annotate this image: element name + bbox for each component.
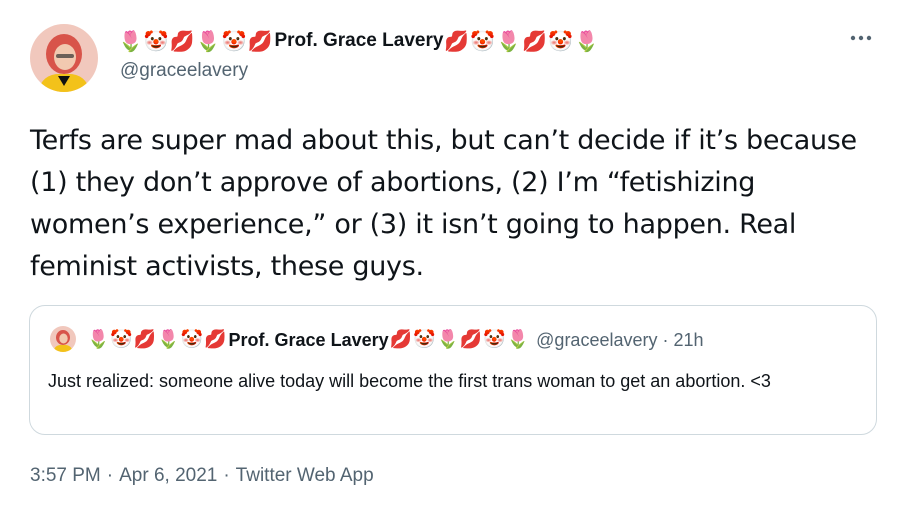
more-dots-icon[interactable] [848,30,874,46]
tulip-emoji: 🌷 [195,29,221,53]
tweet-card: 🌷 🤡 💋 🌷 🤡 💋 Prof. Grace Lavery 💋 🤡 🌷 💋 🤡… [0,0,905,519]
author-name-row[interactable]: 🌷 🤡 💋 🌷 🤡 💋 Prof. Grace Lavery 💋 🤡 🌷 💋 🤡… [118,26,600,56]
tulip-emoji: 🌷 [436,329,459,350]
tulip-emoji: 🌷 [118,29,143,53]
tweet-metadata: 3:57 PM · Apr 6, 2021 · Twitter Web App [30,465,374,487]
footer-separator: · [223,465,230,486]
quoted-author-avatar [50,326,76,352]
lips-emoji: 💋 [444,29,470,53]
quoted-display-name: Prof. Grace Lavery [228,329,389,350]
lips-emoji: 💋 [522,29,548,53]
lips-emoji: 💋 [133,329,157,350]
clown-emoji: 🤡 [143,29,169,53]
tweet-date-link[interactable]: Apr 6, 2021 [119,465,217,487]
lips-emoji: 💋 [389,329,413,350]
clown-emoji: 🤡 [180,329,204,350]
lips-emoji: 💋 [204,329,227,350]
tweet-source-link[interactable]: Twitter Web App [236,465,374,487]
author-handle[interactable]: @graceelavery [120,60,248,82]
quoted-handle: @graceelavery [536,329,658,350]
clown-emoji: 🤡 [110,329,133,350]
tweet-timestamp-link[interactable]: 3:57 PM [30,465,101,487]
quoted-time: 21h [673,329,704,350]
quoted-name-row: 🌷 🤡 💋 🌷 🤡 💋 Prof. Grace Lavery 💋 🤡 🌷 💋 🤡… [87,326,704,354]
quoted-tweet[interactable]: 🌷 🤡 💋 🌷 🤡 💋 Prof. Grace Lavery 💋 🤡 🌷 💋 🤡… [29,305,877,435]
footer-separator: · [106,465,114,486]
clown-emoji: 🤡 [483,329,506,350]
clown-emoji: 🤡 [548,29,573,53]
lips-emoji: 💋 [247,29,273,53]
clown-emoji: 🤡 [221,29,247,53]
tulip-emoji: 🌷 [157,329,180,350]
tweet-text: Terfs are super mad about this, but can’… [30,125,857,282]
clown-emoji: 🤡 [470,29,496,53]
lips-emoji: 💋 [169,29,195,53]
author-avatar[interactable] [30,24,98,92]
quoted-separator: · [662,329,669,350]
clown-emoji: 🤡 [413,329,436,350]
quoted-tweet-text: Just realized: someone alive today will … [48,371,771,391]
tulip-emoji: 🌷 [87,329,110,350]
author-display-name[interactable]: Prof. Grace Lavery [274,30,443,52]
tulip-emoji: 🌷 [573,29,599,53]
tulip-emoji: 🌷 [506,329,530,350]
lips-emoji: 💋 [459,329,483,350]
tulip-emoji: 🌷 [496,29,522,53]
